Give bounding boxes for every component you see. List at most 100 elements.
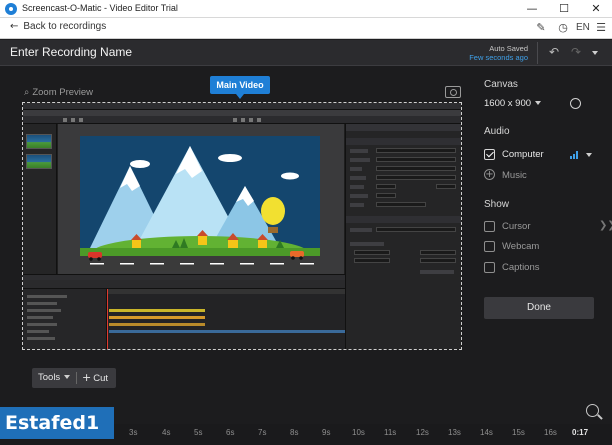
timeline-tick: 7s <box>258 428 267 437</box>
track-bar <box>109 316 205 319</box>
property-field <box>376 166 456 171</box>
timeline-ruler <box>107 289 345 294</box>
header-divider <box>537 42 538 64</box>
timeline-tick: 14s <box>480 428 493 437</box>
track-bar <box>109 330 345 333</box>
plus-icon: + <box>82 371 92 384</box>
audio-level-icon <box>570 151 580 159</box>
timeline-tick: 4s <box>162 428 171 437</box>
timeline-tick: 16s <box>544 428 557 437</box>
property-label <box>420 270 454 274</box>
toolbar-dot <box>79 118 83 122</box>
canvas-color-radio[interactable] <box>570 98 581 109</box>
property-field <box>436 184 456 189</box>
property-label <box>350 185 364 189</box>
cut-button[interactable]: + Cut <box>82 371 108 384</box>
toolbar-dot <box>241 118 245 122</box>
audio-section-title: Audio <box>484 126 510 137</box>
property-field <box>354 250 390 255</box>
zoom-preview-button[interactable]: ⌕ Zoom Preview <box>24 87 93 98</box>
timeline-tick: 11s <box>384 428 397 437</box>
toolbar-dot <box>233 118 237 122</box>
canvas-size-dropdown[interactable]: 1600 x 900 <box>484 98 542 109</box>
property-field <box>376 184 396 189</box>
editor-header: Enter Recording Name Auto Saved Few seco… <box>0 40 612 66</box>
language-selector[interactable]: EN <box>576 22 590 33</box>
timeline-playhead <box>107 289 108 349</box>
property-field <box>376 193 396 198</box>
property-field <box>420 258 456 263</box>
chevron-down-icon <box>535 101 542 106</box>
recorded-toolbar <box>23 116 461 124</box>
webcam-checkbox[interactable] <box>484 241 495 252</box>
recording-name-input[interactable]: Enter Recording Name <box>10 45 132 59</box>
captions-checkbox[interactable] <box>484 262 495 273</box>
property-field <box>376 148 456 153</box>
zoom-icon: ⌕ <box>24 87 30 98</box>
done-button[interactable]: Done <box>484 297 594 319</box>
property-field <box>376 157 456 162</box>
track-name <box>27 323 57 326</box>
history-icon[interactable]: ◷ <box>556 21 570 35</box>
back-to-recordings-link[interactable]: ← Back to recordings <box>10 21 106 32</box>
timeline-tick: 13s <box>448 428 461 437</box>
property-field <box>354 258 390 263</box>
recorded-screen-content <box>23 103 461 349</box>
property-field <box>376 175 456 180</box>
computer-audio-checkbox[interactable] <box>484 149 495 160</box>
track-name <box>27 302 57 305</box>
mountain-scene-illustration <box>80 136 320 271</box>
properties-header <box>346 124 461 131</box>
canvas-section-title: Canvas <box>484 79 518 90</box>
camera-icon[interactable] <box>445 86 461 98</box>
toolbar-dot <box>63 118 67 122</box>
redo-icon[interactable]: ↷ <box>568 44 584 60</box>
track-bar <box>109 323 205 326</box>
property-label <box>350 158 370 162</box>
main-video-label[interactable]: Main Video <box>210 76 270 99</box>
show-section-title: Show <box>484 199 510 210</box>
toolbar-dot <box>249 118 253 122</box>
property-label <box>350 203 364 207</box>
recorded-scene-list <box>23 124 57 274</box>
menu-icon[interactable]: ☰ <box>594 21 608 35</box>
search-icon[interactable] <box>586 404 599 417</box>
add-music-icon[interactable]: + <box>484 169 495 180</box>
webcam-label: Webcam <box>502 241 540 252</box>
timeline-track-names <box>23 289 107 349</box>
animation-scene <box>80 136 320 271</box>
toolbar-dot <box>257 118 261 122</box>
property-label <box>350 167 362 171</box>
track-bar <box>109 309 205 312</box>
timeline-tick: 15s <box>512 428 525 437</box>
expand-panel-icon[interactable]: ❯❯ <box>599 220 612 231</box>
track-name <box>27 295 67 298</box>
autosave-status: Auto Saved Few seconds ago <box>469 44 528 62</box>
timeline-tick: 3s <box>129 428 138 437</box>
recorded-timeline <box>23 274 345 349</box>
close-button[interactable]: ✕ <box>580 0 612 18</box>
watermark-logo: Estafed1 <box>0 407 114 439</box>
undo-icon[interactable]: ↶ <box>546 44 562 60</box>
timeline-tick: 9s <box>322 428 331 437</box>
checklist-icon[interactable]: ✎ <box>534 21 548 35</box>
maximize-button[interactable]: ☐ <box>548 0 580 18</box>
captions-label: Captions <box>502 262 540 273</box>
scene-thumbnail <box>26 134 52 149</box>
toolbar-dot <box>71 118 75 122</box>
track-name <box>27 330 49 333</box>
track-name <box>27 316 53 319</box>
music-label[interactable]: Music <box>502 170 527 181</box>
tools-dropdown[interactable]: Tools <box>38 372 71 383</box>
chevron-down-icon[interactable] <box>586 153 592 157</box>
general-section-header <box>346 138 461 145</box>
recorded-canvas <box>58 124 344 274</box>
minimize-button[interactable]: — <box>516 0 548 18</box>
video-preview[interactable] <box>22 102 462 350</box>
cursor-checkbox[interactable] <box>484 221 495 232</box>
chevron-down-icon[interactable] <box>592 51 598 55</box>
app-logo-icon <box>5 3 17 15</box>
property-field <box>376 227 456 232</box>
app-navbar: ← Back to recordings ✎ ◷ EN ☰ <box>0 18 612 39</box>
scene-thumbnail <box>26 154 52 169</box>
